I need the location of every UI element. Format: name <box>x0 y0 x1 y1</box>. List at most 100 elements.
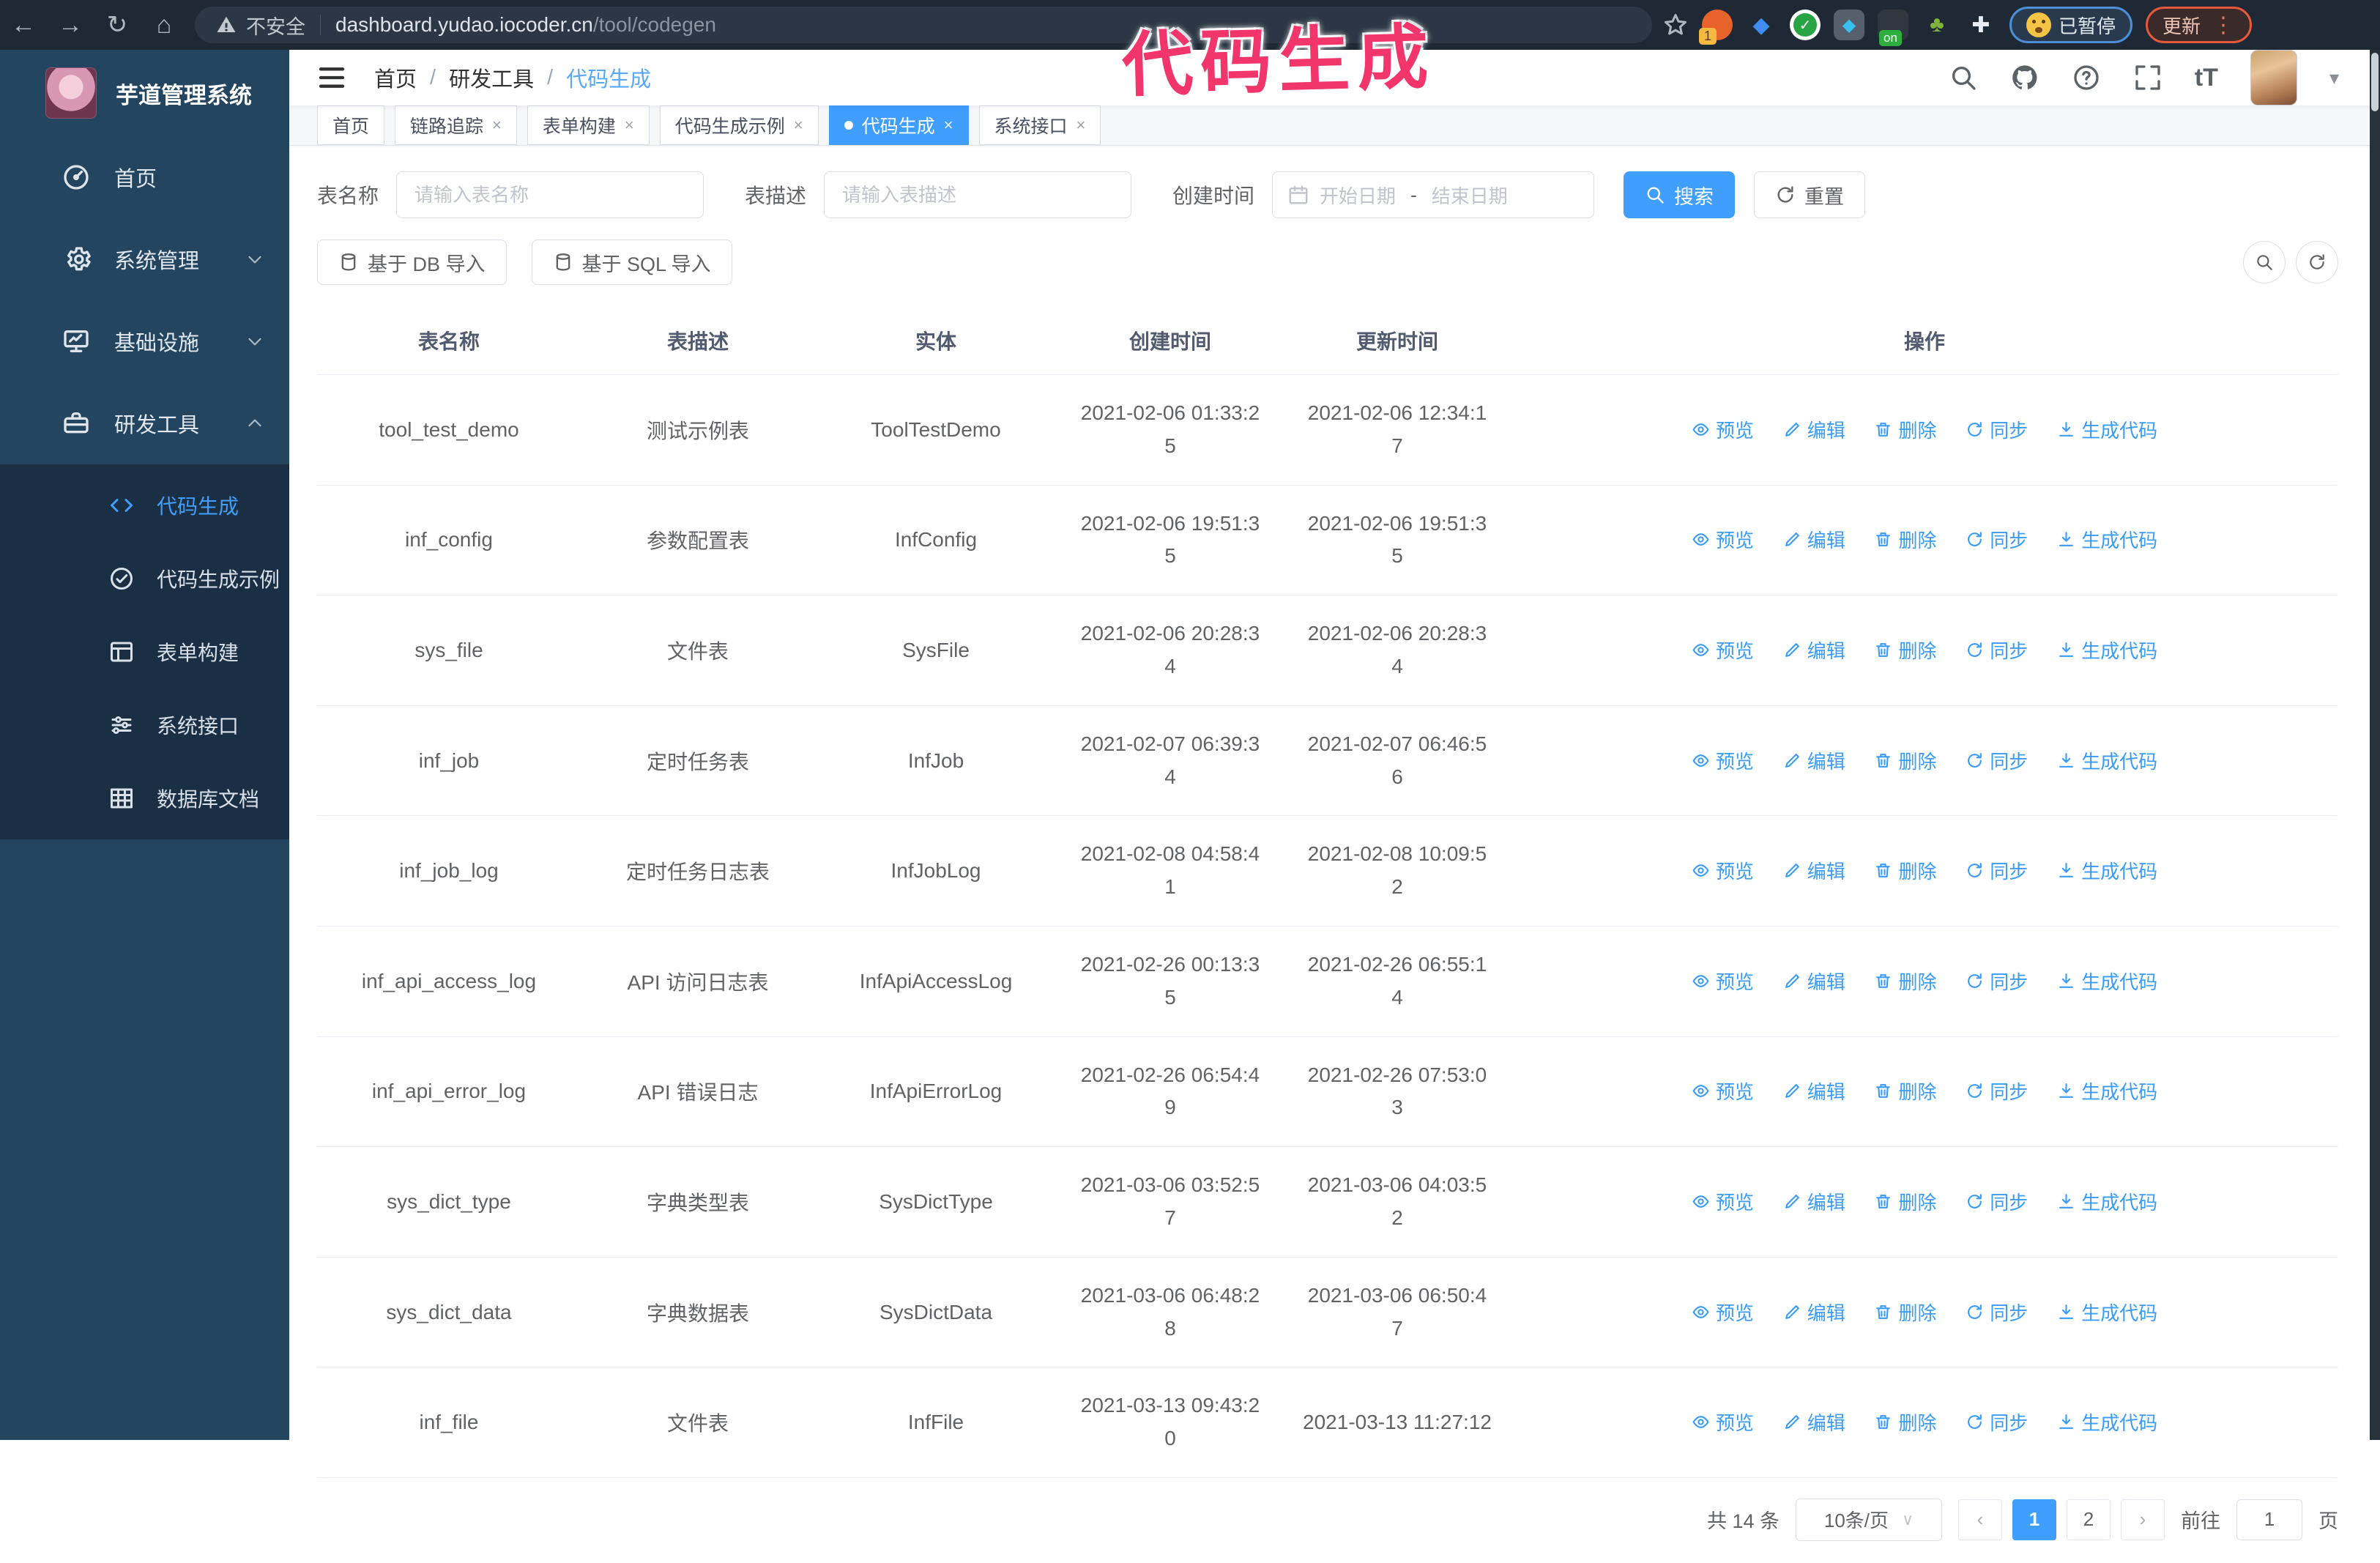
sync-link[interactable]: 同步 <box>1966 968 2028 995</box>
close-icon[interactable]: × <box>625 116 634 135</box>
tab-tracing[interactable]: 链路追踪 × <box>395 105 517 145</box>
edit-link[interactable]: 编辑 <box>1783 636 1845 664</box>
breadcrumb-home[interactable]: 首页 <box>374 62 417 93</box>
table-desc-input[interactable] <box>824 171 1132 218</box>
preview-link[interactable]: 预览 <box>1692 1188 1754 1215</box>
sync-link[interactable]: 同步 <box>1966 747 2028 774</box>
edit-link[interactable]: 编辑 <box>1783 857 1845 884</box>
fullscreen-icon[interactable] <box>2133 63 2163 92</box>
edit-link[interactable]: 编辑 <box>1783 747 1845 774</box>
import-sql-button[interactable]: 基于 SQL 导入 <box>531 240 732 285</box>
extensions-puzzle-icon[interactable]: ✚ <box>1966 10 1996 40</box>
refresh-table-button[interactable] <box>2296 241 2338 283</box>
tab-form-builder[interactable]: 表单构建 × <box>527 105 650 145</box>
preview-link[interactable]: 预览 <box>1692 1299 1754 1326</box>
toggle-search-button[interactable] <box>2243 241 2286 283</box>
reset-button[interactable]: 重置 <box>1754 171 1866 218</box>
edit-link[interactable]: 编辑 <box>1783 1408 1845 1436</box>
edit-link[interactable]: 编辑 <box>1783 1077 1845 1105</box>
extension-icon-plant[interactable]: ♣ <box>1922 10 1952 40</box>
page-button-1[interactable]: 1 <box>2012 1499 2056 1540</box>
reload-icon[interactable]: ↻ <box>94 10 141 40</box>
not-secure-label[interactable]: 不安全 <box>246 11 305 40</box>
sidebar-item-db-docs[interactable]: 数据库文档 <box>0 762 289 835</box>
tab-codegen[interactable]: 代码生成 × <box>828 105 969 145</box>
delete-link[interactable]: 删除 <box>1874 1408 1937 1436</box>
preview-link[interactable]: 预览 <box>1692 857 1754 884</box>
preview-link[interactable]: 预览 <box>1692 526 1754 553</box>
sync-link[interactable]: 同步 <box>1966 526 2028 553</box>
extension-icon-on[interactable]: on <box>1878 10 1908 46</box>
import-db-button[interactable]: 基于 DB 导入 <box>317 240 507 285</box>
preview-link[interactable]: 预览 <box>1692 968 1754 995</box>
page-size-select[interactable]: 10条/页 ∨ <box>1796 1498 1942 1541</box>
goto-page-input[interactable] <box>2236 1499 2302 1540</box>
forward-icon[interactable]: → <box>47 11 94 40</box>
date-range-picker[interactable]: 开始日期 - 结束日期 <box>1272 171 1595 218</box>
close-icon[interactable]: × <box>944 116 953 135</box>
extension-icon-gem[interactable]: ◆ <box>1746 10 1777 40</box>
sidebar-item-infra[interactable]: 基础设施 <box>0 300 289 382</box>
sidebar-item-codegen-example[interactable]: 代码生成示例 <box>0 542 289 615</box>
sidebar-item-system[interactable]: 系统管理 <box>0 218 289 300</box>
extension-icon-grid[interactable]: ◆ <box>1834 10 1864 40</box>
tab-system-api[interactable]: 系统接口 × <box>978 105 1101 145</box>
sidebar-collapse-icon[interactable] <box>317 63 346 92</box>
table-name-input[interactable] <box>396 171 704 218</box>
delete-link[interactable]: 删除 <box>1874 526 1937 553</box>
edit-link[interactable]: 编辑 <box>1783 1299 1845 1326</box>
delete-link[interactable]: 删除 <box>1874 747 1937 774</box>
edit-link[interactable]: 编辑 <box>1783 526 1845 553</box>
tab-codegen-example[interactable]: 代码生成示例 × <box>659 105 819 145</box>
sidebar-item-system-api[interactable]: 系统接口 <box>0 688 289 762</box>
app-logo-row[interactable]: 芋道管理系统 <box>0 50 289 136</box>
extension-icon-green-check[interactable]: ✓ <box>1790 10 1821 40</box>
extension-icon-orange[interactable]: 1 <box>1699 10 1733 45</box>
edit-link[interactable]: 编辑 <box>1783 1188 1845 1215</box>
generate-code-link[interactable]: 生成代码 <box>2057 1408 2157 1436</box>
preview-link[interactable]: 预览 <box>1692 1408 1754 1436</box>
sidebar-item-home[interactable]: 首页 <box>0 136 289 218</box>
sync-link[interactable]: 同步 <box>1966 1299 2028 1326</box>
sync-link[interactable]: 同步 <box>1966 1077 2028 1105</box>
home-icon[interactable]: ⌂ <box>141 11 187 40</box>
generate-code-link[interactable]: 生成代码 <box>2057 1299 2157 1326</box>
bookmark-star-icon[interactable] <box>1662 12 1689 38</box>
paused-badge[interactable]: 已暂停 <box>2009 7 2133 43</box>
sidebar-item-codegen[interactable]: 代码生成 <box>0 469 289 542</box>
delete-link[interactable]: 删除 <box>1874 636 1937 664</box>
generate-code-link[interactable]: 生成代码 <box>2057 416 2157 443</box>
page-button-2[interactable]: 2 <box>2067 1499 2111 1540</box>
page-scrollbar[interactable] <box>2370 50 2380 1440</box>
browser-menu-icon[interactable]: ⋮ <box>2212 12 2235 38</box>
close-icon[interactable]: × <box>794 116 803 135</box>
sidebar-item-devtools[interactable]: 研发工具 <box>0 382 289 464</box>
user-avatar[interactable] <box>2250 50 2297 105</box>
back-icon[interactable]: ← <box>0 11 47 40</box>
delete-link[interactable]: 删除 <box>1874 857 1937 884</box>
generate-code-link[interactable]: 生成代码 <box>2057 526 2157 553</box>
sidebar-item-form-builder[interactable]: 表单构建 <box>0 615 289 688</box>
sync-link[interactable]: 同步 <box>1966 636 2028 664</box>
close-icon[interactable]: × <box>492 116 502 135</box>
sync-link[interactable]: 同步 <box>1966 857 2028 884</box>
github-icon[interactable] <box>2010 63 2039 92</box>
preview-link[interactable]: 预览 <box>1692 747 1754 774</box>
prev-page-button[interactable]: ‹ <box>1958 1499 2002 1540</box>
update-button[interactable]: 更新 ⋮ <box>2146 7 2253 43</box>
delete-link[interactable]: 删除 <box>1874 416 1937 443</box>
generate-code-link[interactable]: 生成代码 <box>2057 1188 2157 1215</box>
tab-home[interactable]: 首页 <box>317 105 385 145</box>
generate-code-link[interactable]: 生成代码 <box>2057 747 2157 774</box>
generate-code-link[interactable]: 生成代码 <box>2057 1077 2157 1105</box>
edit-link[interactable]: 编辑 <box>1783 416 1845 443</box>
breadcrumb-devtools[interactable]: 研发工具 <box>449 62 534 93</box>
preview-link[interactable]: 预览 <box>1692 416 1754 443</box>
avatar-caret-icon[interactable]: ▾ <box>2329 67 2339 89</box>
sync-link[interactable]: 同步 <box>1966 1188 2028 1215</box>
generate-code-link[interactable]: 生成代码 <box>2057 636 2157 664</box>
preview-link[interactable]: 预览 <box>1692 1077 1754 1105</box>
next-page-button[interactable]: › <box>2121 1499 2165 1540</box>
edit-link[interactable]: 编辑 <box>1783 968 1845 995</box>
delete-link[interactable]: 删除 <box>1874 1188 1937 1215</box>
